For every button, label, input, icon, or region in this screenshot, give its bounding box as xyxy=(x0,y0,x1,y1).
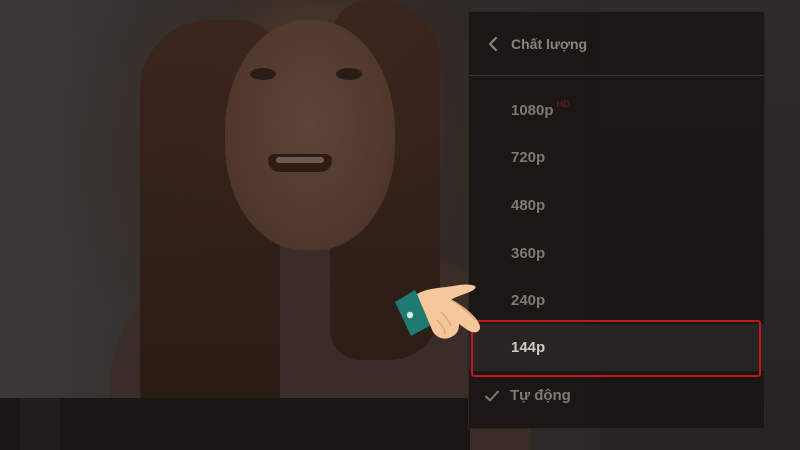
quality-menu-title: Chất lượng xyxy=(511,35,588,52)
quality-option-240p[interactable]: 240p xyxy=(469,277,764,324)
person-face xyxy=(225,20,395,250)
quality-option-360p[interactable]: 360p xyxy=(469,230,764,277)
quality-option-label: Tự động xyxy=(510,387,571,404)
left-eye xyxy=(250,68,276,80)
quality-menu: Chất lượng 1080p HD 720p 480p 360p 240p … xyxy=(468,11,765,429)
quality-option-720p[interactable]: 720p xyxy=(469,134,764,181)
quality-option-label: 1080p xyxy=(511,102,554,119)
quality-option-label: 720p xyxy=(511,149,546,166)
quality-option-label: 480p xyxy=(511,197,546,214)
quality-option-auto[interactable]: Tự động xyxy=(469,372,764,419)
quality-option-144p[interactable]: 144p xyxy=(469,324,764,371)
quality-menu-header[interactable]: Chất lượng xyxy=(469,12,764,76)
quality-option-1080p[interactable]: 1080p HD xyxy=(469,87,764,134)
check-icon xyxy=(483,387,501,405)
quality-option-480p[interactable]: 480p xyxy=(469,182,764,229)
quality-option-label: 360p xyxy=(511,245,546,262)
quality-option-label: 144p xyxy=(511,339,546,356)
chevron-left-icon[interactable] xyxy=(485,36,501,52)
mouth xyxy=(268,154,332,172)
floor-strip xyxy=(0,398,470,450)
pointing-hand-icon xyxy=(393,282,493,362)
right-eye xyxy=(336,68,362,80)
quality-option-label: 240p xyxy=(511,292,546,309)
hd-badge: HD xyxy=(556,98,570,109)
